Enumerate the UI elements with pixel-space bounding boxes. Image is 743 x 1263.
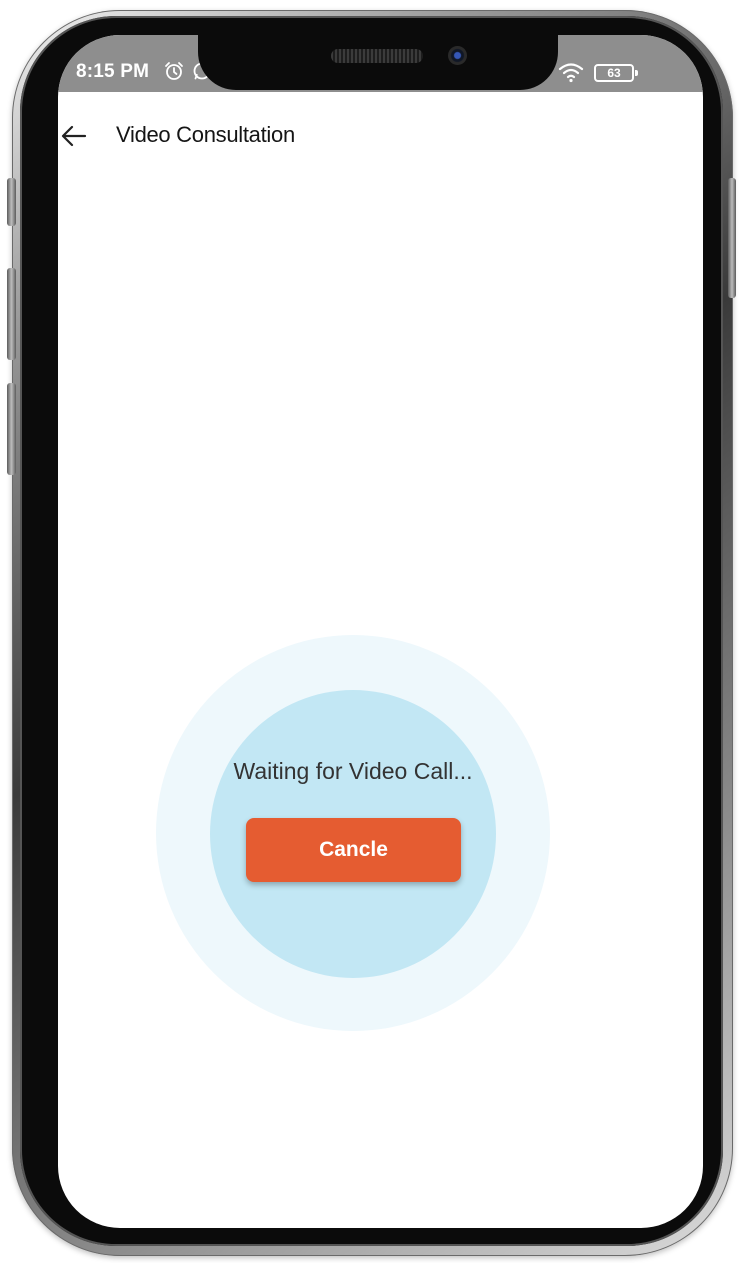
- phone-screen: 8:15 PM 63 Video Consultation Waiting fo…: [58, 35, 703, 1228]
- status-time: 8:15 PM: [76, 61, 150, 82]
- app-bar: Video Consultation: [58, 92, 703, 164]
- volume-up-button: [7, 268, 16, 360]
- mute-switch: [7, 178, 16, 226]
- waiting-status-text: Waiting for Video Call...: [233, 758, 473, 784]
- wifi-icon: [558, 63, 584, 83]
- status-bar: 8:15 PM 63: [58, 35, 703, 92]
- battery-icon: 63: [594, 64, 638, 82]
- page-title: Video Consultation: [116, 122, 295, 147]
- arrow-left-icon[interactable]: [60, 122, 88, 150]
- camera-notch: [198, 35, 558, 90]
- front-camera: [448, 46, 467, 65]
- volume-down-button: [7, 383, 16, 475]
- cancel-button[interactable]: Cancle: [246, 818, 461, 882]
- earpiece-speaker: [331, 49, 423, 63]
- alarm-icon: [165, 62, 183, 80]
- power-button: [728, 178, 736, 298]
